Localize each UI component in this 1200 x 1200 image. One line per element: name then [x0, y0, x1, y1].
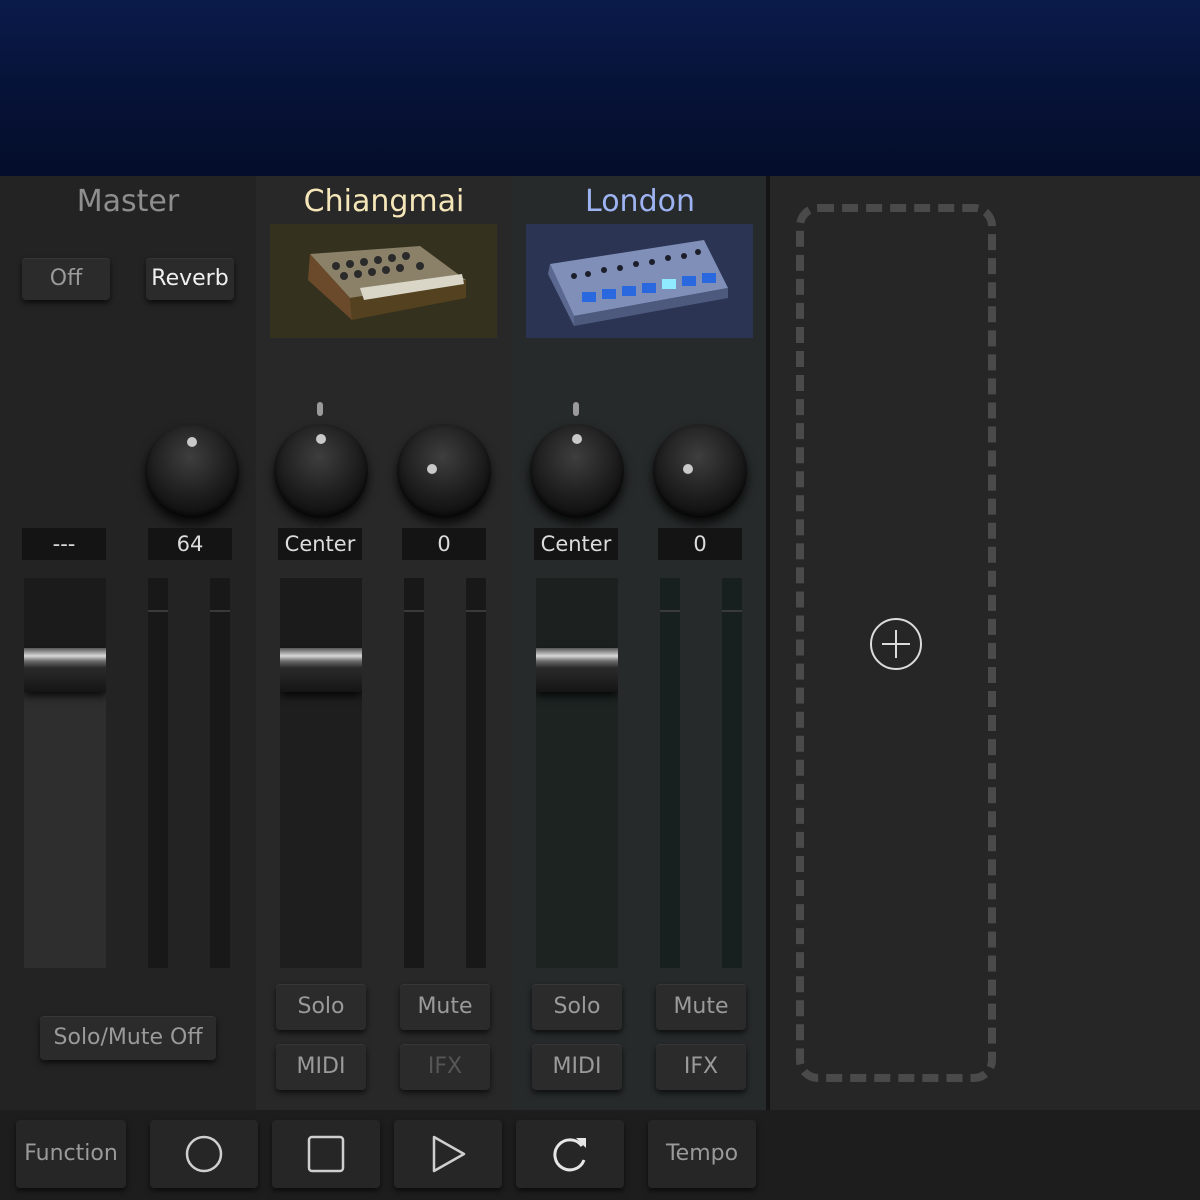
master-title: Master [76, 184, 180, 219]
solo-mute-off-button[interactable]: Solo/Mute Off [40, 1016, 216, 1060]
master-knob-value: 64 [148, 528, 232, 560]
ifx-button[interactable]: IFX [400, 1044, 490, 1090]
play-icon [432, 1135, 466, 1173]
mute-button[interactable]: Mute [400, 984, 490, 1030]
loop-icon [553, 1138, 586, 1172]
channel-fader[interactable] [536, 578, 618, 968]
knob-indicator [187, 437, 197, 447]
knob-indicator [683, 464, 693, 474]
channel-meter-left [404, 578, 424, 968]
channel-strip-chiangmai: Chiangmai Center 0 Solo Mute MIDI IFX [256, 176, 512, 1110]
solo-button[interactable]: Solo [276, 984, 366, 1030]
channel-strip-london: London Center 0 Solo Mute MIDI IFX [512, 176, 768, 1110]
channel-fader-handle[interactable] [536, 648, 618, 692]
send-value: 0 [658, 528, 742, 560]
knob-indicator [427, 464, 437, 474]
mute-button[interactable]: Mute [656, 984, 746, 1030]
synth-keyboard-icon[interactable] [270, 224, 497, 338]
master-meter-right [210, 578, 230, 968]
pan-center-tick [317, 402, 323, 416]
drum-machine-icon[interactable] [526, 224, 753, 338]
knob-indicator [572, 434, 582, 444]
record-button[interactable] [150, 1120, 258, 1188]
solo-button[interactable]: Solo [532, 984, 622, 1030]
record-icon [185, 1135, 223, 1173]
plus-circle-icon[interactable] [869, 617, 923, 671]
top-header-area [0, 0, 1200, 176]
knob-indicator [316, 434, 326, 444]
channel-fader-fill [280, 663, 362, 968]
transport-toolbar: Function Tempo [0, 1110, 1200, 1200]
channel-fader-handle[interactable] [280, 648, 362, 692]
channel-meter-left [660, 578, 680, 968]
send-value: 0 [402, 528, 486, 560]
channel-title: Chiangmai [303, 184, 465, 219]
tempo-button[interactable]: Tempo [648, 1120, 756, 1188]
ifx-button[interactable]: IFX [656, 1044, 746, 1090]
send-knob[interactable] [653, 424, 747, 518]
master-fader-handle[interactable] [24, 648, 106, 692]
function-button[interactable]: Function [16, 1120, 126, 1188]
master-reverb-knob[interactable] [145, 424, 239, 518]
master-fader[interactable] [24, 578, 106, 968]
channel-meter-right [466, 578, 486, 968]
pan-value: Center [278, 528, 362, 560]
channel-title: London [585, 184, 695, 219]
midi-button[interactable]: MIDI [532, 1044, 622, 1090]
pan-knob[interactable] [530, 424, 624, 518]
master-off-button[interactable]: Off [22, 258, 110, 300]
stop-button[interactable] [272, 1120, 380, 1188]
channel-fader-fill [536, 663, 618, 968]
master-fader-fill [24, 663, 106, 968]
pan-value: Center [534, 528, 618, 560]
master-strip: Master Off Reverb --- 64 Solo/Mute Off [0, 176, 256, 1110]
send-knob[interactable] [397, 424, 491, 518]
channel-fader[interactable] [280, 578, 362, 968]
channel-meter-right [722, 578, 742, 968]
master-left-value: --- [22, 528, 106, 560]
pan-knob[interactable] [274, 424, 368, 518]
reverb-button[interactable]: Reverb [146, 258, 234, 300]
pan-center-tick [573, 402, 579, 416]
play-button[interactable] [394, 1120, 502, 1188]
stop-icon [307, 1135, 345, 1173]
loop-button[interactable] [516, 1120, 624, 1188]
master-meter-left [148, 578, 168, 968]
midi-button[interactable]: MIDI [276, 1044, 366, 1090]
